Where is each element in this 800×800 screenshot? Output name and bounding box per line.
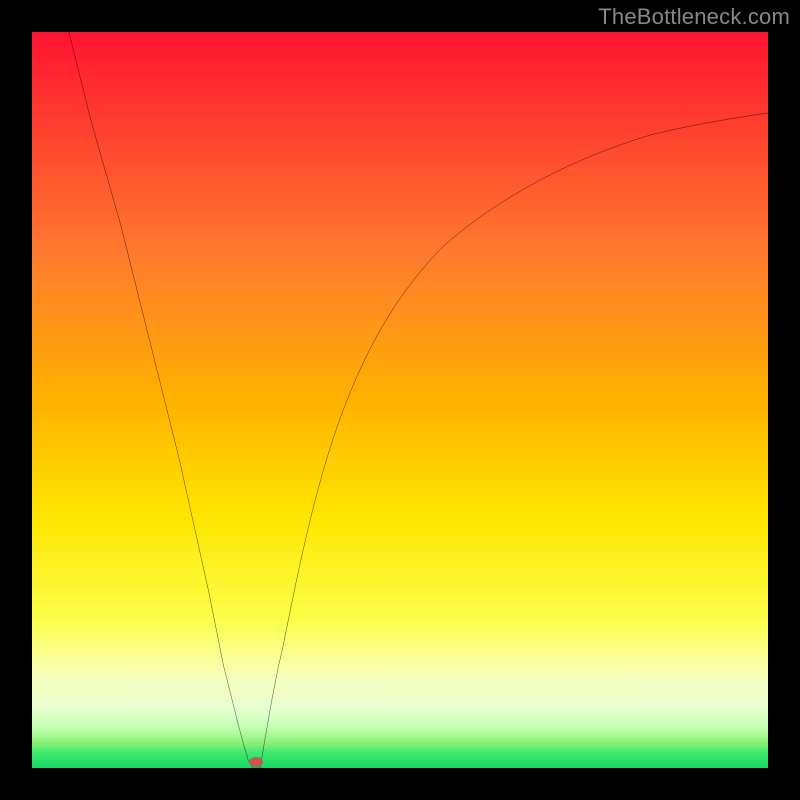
background-gradient [32, 32, 768, 768]
plot-area [32, 32, 768, 768]
watermark-text: TheBottleneck.com [598, 4, 790, 30]
minimum-marker-dot [249, 757, 263, 767]
chart-frame: TheBottleneck.com [0, 0, 800, 800]
gradient-rect [32, 32, 768, 768]
